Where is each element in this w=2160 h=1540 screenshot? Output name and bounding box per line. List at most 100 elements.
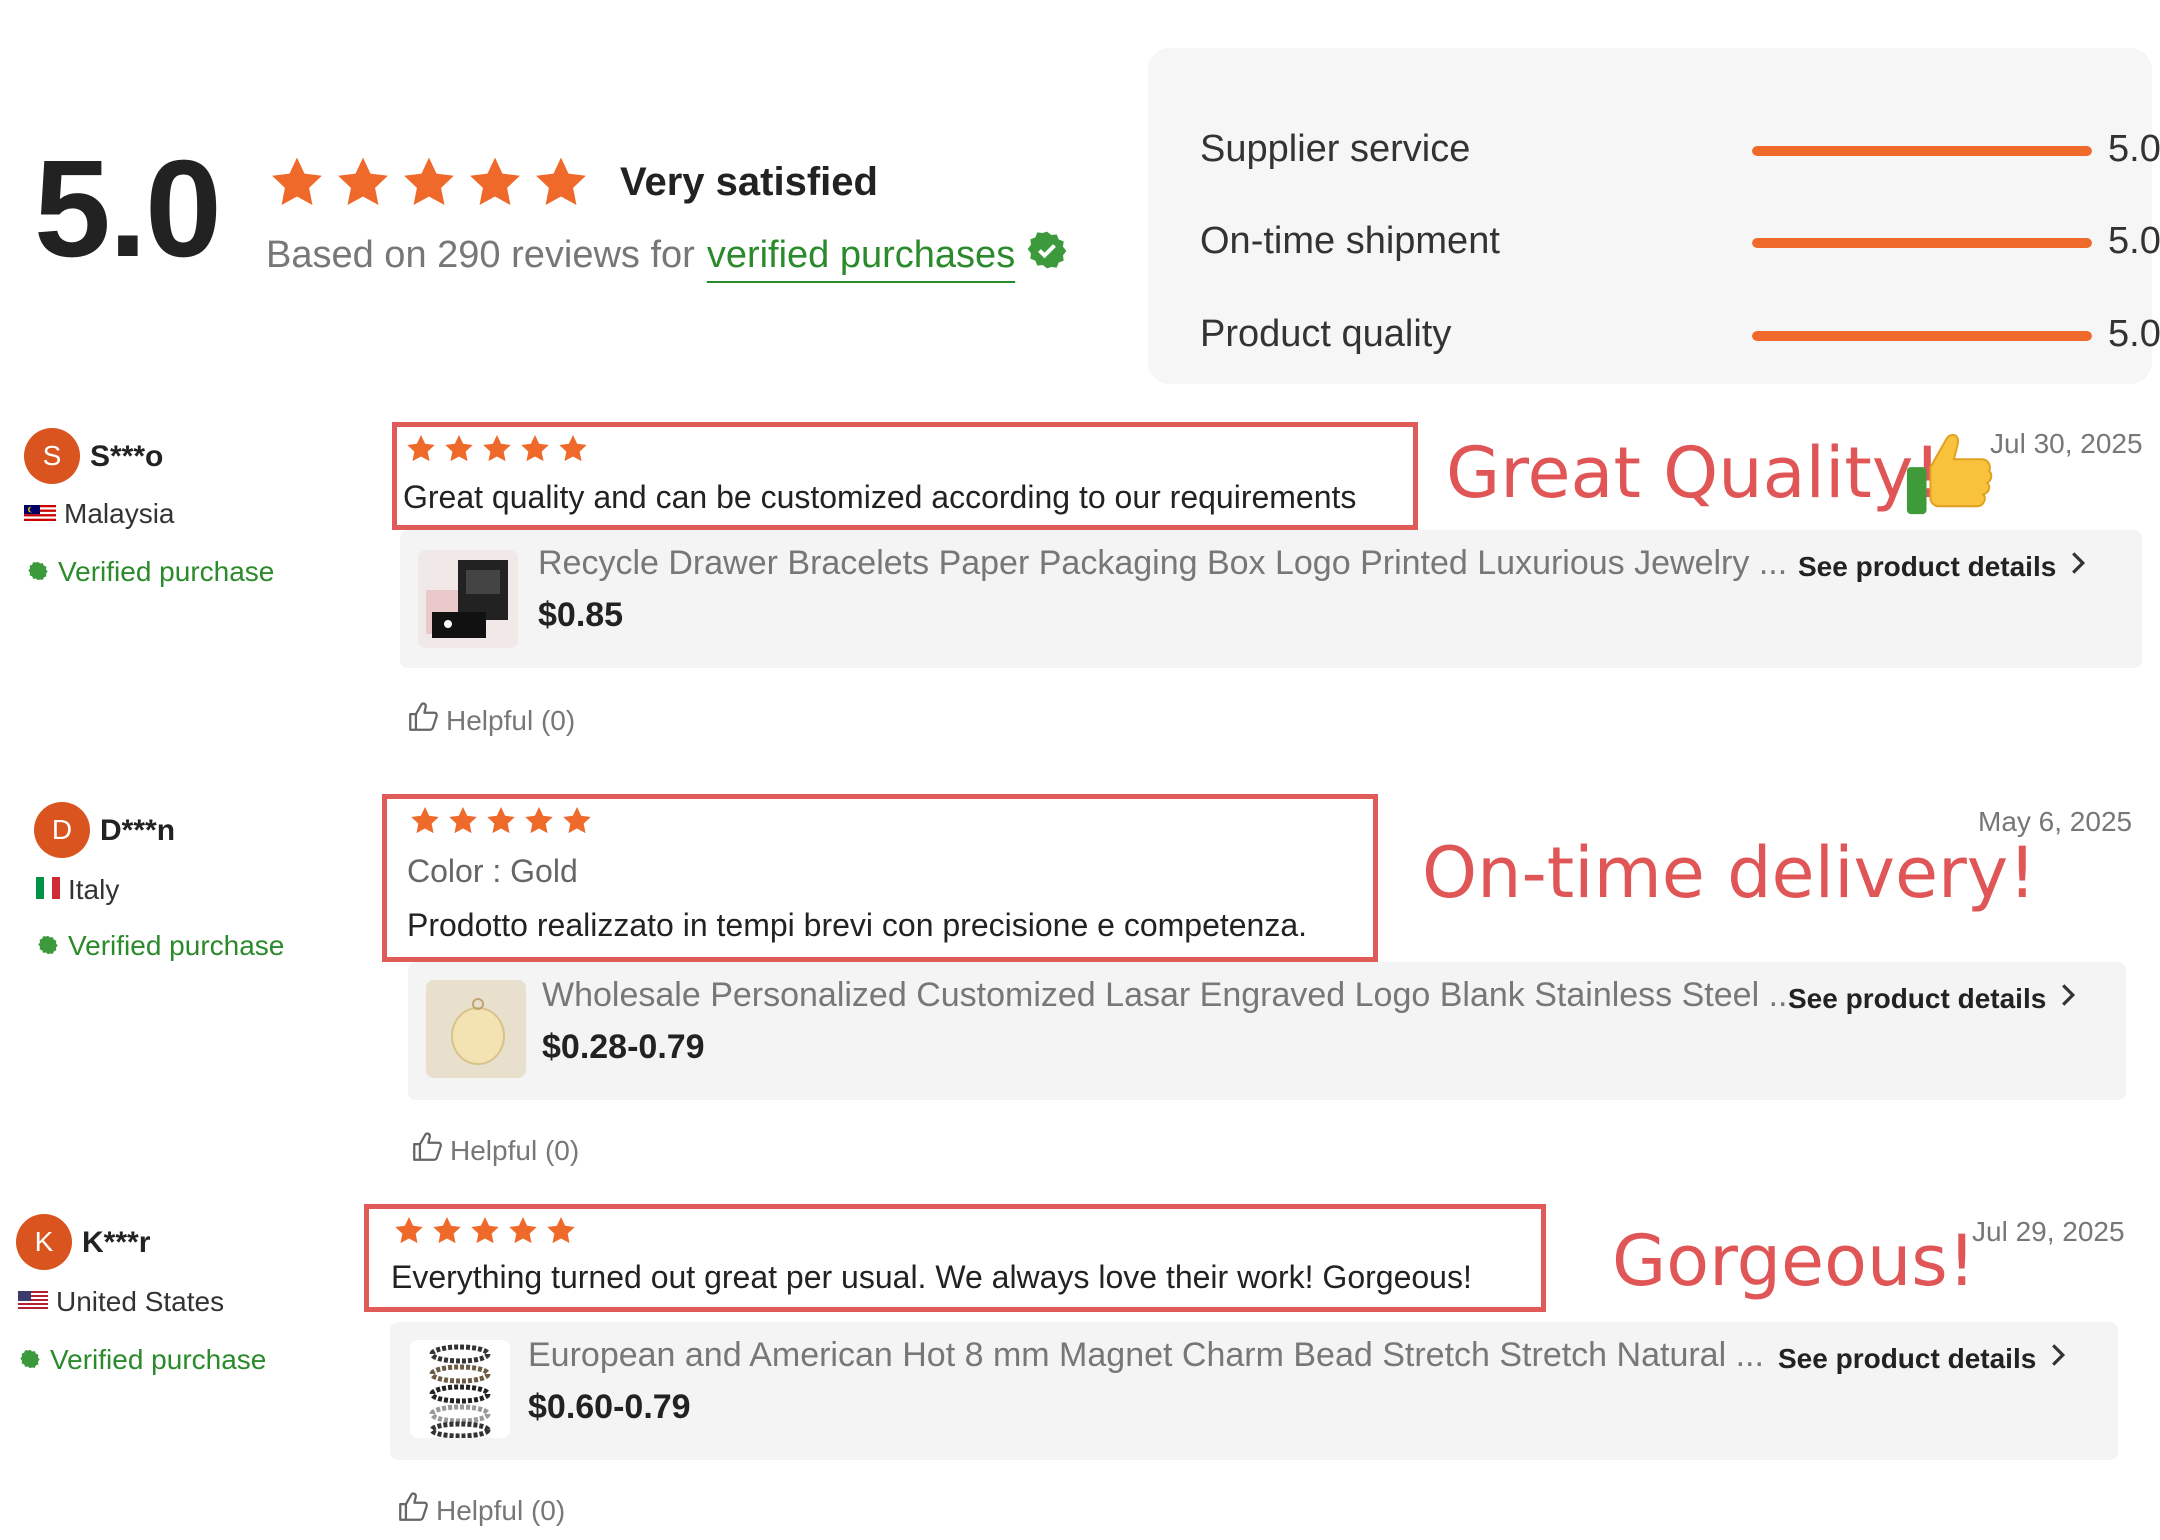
- thumbs-up-icon: [406, 700, 440, 741]
- reviewer-name: S***o: [90, 440, 164, 473]
- verified-check-icon: [38, 930, 58, 962]
- verified-check-icon: [20, 1344, 40, 1376]
- review-content-box: Great quality and can be customized acco…: [392, 422, 1418, 530]
- satisfaction-label: Very satisfied: [620, 160, 878, 204]
- star-icon: [466, 154, 524, 212]
- star-icon: [268, 154, 326, 212]
- us-flag-icon: [18, 1286, 48, 1318]
- product-variant-color: Color : Gold: [407, 853, 578, 889]
- rating-bar: [1752, 146, 2092, 156]
- helpful-label: Helpful (0): [446, 704, 576, 736]
- see-product-details-label: See product details: [1778, 1342, 2037, 1374]
- product-thumbnail[interactable]: [418, 550, 518, 648]
- helpful-label: Helpful (0): [436, 1494, 566, 1526]
- review-item: D D***n Italy Verified purchase Color : …: [0, 790, 2160, 1190]
- avatar: D: [34, 802, 90, 858]
- product-price: $0.85: [538, 596, 624, 634]
- country-name: United States: [56, 1286, 225, 1317]
- verified-purchase-label: Verified purchase: [38, 930, 284, 962]
- star-icon: [409, 805, 441, 842]
- overall-stars: [268, 154, 590, 212]
- verified-purchases-link[interactable]: verified purchases: [707, 234, 1015, 277]
- review-stars: [409, 805, 593, 842]
- helpful-button[interactable]: Helpful (0): [396, 1490, 565, 1531]
- product-thumbnail[interactable]: [426, 980, 526, 1078]
- rating-bar: [1752, 238, 2092, 248]
- review-text: Prodotto realizzato in tempi brevi con p…: [407, 907, 1308, 943]
- review-date: Jul 30, 2025: [1990, 428, 2143, 459]
- rating-label: Product quality: [1200, 313, 1452, 355]
- review-date: May 6, 2025: [1978, 806, 2133, 837]
- avatar: K: [16, 1214, 72, 1270]
- rating-value: 5.0: [2108, 313, 2160, 355]
- product-card[interactable]: Wholesale Personalized Customized Lasar …: [408, 962, 2126, 1100]
- see-product-details-link[interactable]: See product details: [1778, 1342, 2066, 1375]
- reviews-count-line: Based on 290 reviews for verified purcha…: [266, 230, 1067, 280]
- verified-purchase-label: Verified purchase: [20, 1344, 266, 1376]
- reviewer-name: K***r: [82, 1226, 151, 1259]
- thumbs-up-emoji-icon: [1902, 424, 1998, 523]
- annotation-great-quality: Great Quality!: [1446, 432, 1942, 514]
- avatar: S: [24, 428, 80, 484]
- verified-check-icon: [1027, 230, 1067, 280]
- star-icon: [561, 805, 593, 842]
- rating-row-on-time-shipment: On-time shipment 5.0: [1200, 212, 2160, 272]
- review-text: Great quality and can be customized acco…: [403, 479, 1357, 515]
- italy-flag-icon: [36, 874, 60, 906]
- reviewer-country: Italy: [36, 874, 119, 906]
- product-card[interactable]: Recycle Drawer Bracelets Paper Packaging…: [400, 530, 2142, 668]
- product-title[interactable]: Wholesale Personalized Customized Lasar …: [542, 976, 1797, 1015]
- star-icon: [481, 433, 513, 470]
- reviews-count-text: Based on 290 reviews for: [266, 233, 695, 276]
- reviewer-country: Malaysia: [24, 498, 174, 530]
- country-name: Malaysia: [64, 498, 175, 529]
- product-thumbnail[interactable]: [410, 1340, 510, 1438]
- star-icon: [469, 1215, 501, 1252]
- helpful-button[interactable]: Helpful (0): [406, 700, 575, 741]
- review-date: Jul 29, 2025: [1972, 1216, 2125, 1247]
- chevron-right-icon: [2060, 982, 2076, 1015]
- star-icon: [485, 805, 517, 842]
- rating-value: 5.0: [2108, 128, 2160, 170]
- review-stars: [405, 433, 589, 470]
- review-stars: [393, 1215, 577, 1252]
- helpful-button[interactable]: Helpful (0): [410, 1130, 579, 1171]
- overall-score: 5.0: [34, 132, 222, 286]
- rating-bar: [1752, 331, 2092, 341]
- ratings-breakdown-card: Supplier service 5.0 On-time shipment 5.…: [1148, 48, 2160, 384]
- rating-row-supplier-service: Supplier service 5.0: [1200, 120, 2160, 180]
- verified-text: Verified purchase: [58, 556, 275, 587]
- star-icon: [519, 433, 551, 470]
- review-content-box: Everything turned out great per usual. W…: [364, 1204, 1546, 1312]
- star-icon: [447, 805, 479, 842]
- helpful-label: Helpful (0): [450, 1134, 580, 1166]
- country-name: Italy: [68, 874, 120, 905]
- star-icon: [334, 154, 392, 212]
- review-item: S S***o Malaysia Verified purchase Great…: [0, 410, 2160, 770]
- product-price: $0.28-0.79: [542, 1028, 705, 1066]
- see-product-details-link[interactable]: See product details: [1798, 550, 2086, 583]
- reviewer-name: D***n: [100, 814, 176, 847]
- star-icon: [523, 805, 555, 842]
- rating-row-product-quality: Product quality 5.0: [1200, 305, 2160, 365]
- thumbs-up-icon: [410, 1130, 444, 1171]
- verified-purchase-label: Verified purchase: [28, 556, 274, 588]
- review-content-box: Color : Gold Prodotto realizzato in temp…: [382, 794, 1378, 962]
- chevron-right-icon: [2050, 1342, 2066, 1375]
- product-price: $0.60-0.79: [528, 1388, 691, 1426]
- verified-text: Verified purchase: [68, 930, 285, 961]
- annotation-on-time-delivery: On-time delivery!: [1422, 832, 2037, 914]
- product-title[interactable]: European and American Hot 8 mm Magnet Ch…: [528, 1336, 1764, 1375]
- product-card[interactable]: European and American Hot 8 mm Magnet Ch…: [390, 1322, 2118, 1460]
- rating-label: Supplier service: [1200, 128, 1471, 170]
- star-icon: [405, 433, 437, 470]
- see-product-details-label: See product details: [1788, 982, 2047, 1014]
- review-item: K K***r United States Verified purchase …: [0, 1200, 2160, 1540]
- verified-text: Verified purchase: [50, 1344, 267, 1375]
- malaysia-flag-icon: [24, 498, 56, 530]
- star-icon: [507, 1215, 539, 1252]
- star-icon: [545, 1215, 577, 1252]
- product-title[interactable]: Recycle Drawer Bracelets Paper Packaging…: [538, 544, 1787, 583]
- see-product-details-link[interactable]: See product details: [1788, 982, 2076, 1015]
- see-product-details-label: See product details: [1798, 550, 2057, 582]
